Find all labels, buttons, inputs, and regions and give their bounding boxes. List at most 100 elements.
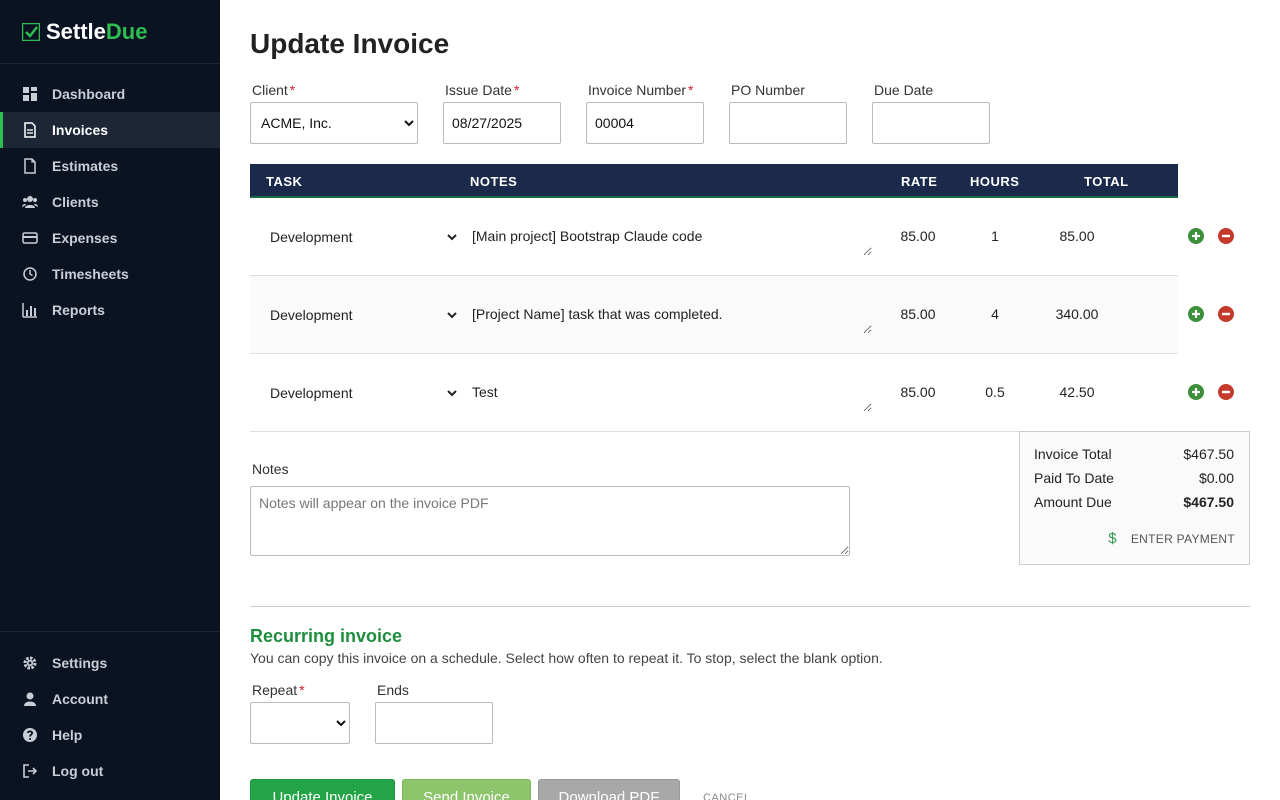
required-marker: * bbox=[513, 82, 520, 98]
task-select[interactable]: Development bbox=[260, 298, 460, 332]
total-value: 85.00 bbox=[1059, 228, 1095, 244]
bar-chart-icon bbox=[22, 302, 38, 318]
sidebar-item-dashboard[interactable]: Dashboard bbox=[0, 76, 220, 112]
cancel-link[interactable]: CANCEL bbox=[703, 792, 751, 800]
repeat-label-text: Repeat bbox=[252, 682, 298, 698]
line-note-input[interactable]: [Project Name] task that was completed. bbox=[464, 298, 872, 334]
sidebar-item-estimates[interactable]: Estimates bbox=[0, 148, 220, 184]
section-divider bbox=[250, 606, 1250, 607]
update-invoice-button[interactable]: Update Invoice bbox=[250, 779, 395, 800]
sidebar-item-label: Reports bbox=[52, 302, 105, 318]
users-icon bbox=[22, 194, 38, 210]
sidebar-item-label: Account bbox=[52, 691, 108, 707]
remove-row-icon[interactable] bbox=[1217, 383, 1235, 401]
checkmark-icon bbox=[22, 22, 40, 41]
line-note-input[interactable]: [Main project] Bootstrap Claude code bbox=[464, 220, 872, 256]
column-header-notes: NOTES bbox=[470, 174, 518, 189]
due-date-label: Due Date bbox=[874, 82, 934, 98]
add-row-icon[interactable] bbox=[1187, 383, 1205, 401]
recurring-title: Recurring invoice bbox=[250, 626, 403, 646]
invoice-number-input[interactable] bbox=[586, 102, 704, 144]
issue-date-input[interactable] bbox=[443, 102, 561, 144]
invoice-number-label-text: Invoice Number bbox=[588, 82, 687, 98]
sidebar-item-label: Invoices bbox=[52, 122, 109, 138]
sidebar-item-logout[interactable]: Log out bbox=[0, 753, 220, 789]
sidebar-item-label: Timesheets bbox=[52, 266, 129, 282]
repeat-label: Repeat * bbox=[252, 682, 305, 698]
recurring-description: You can copy this invoice on a schedule.… bbox=[250, 650, 883, 666]
gear-icon bbox=[22, 655, 38, 671]
sidebar-item-label: Dashboard bbox=[52, 86, 126, 102]
credit-card-icon bbox=[22, 230, 38, 246]
paid-to-date-row: Paid To Date $0.00 bbox=[1034, 470, 1234, 486]
question-icon bbox=[22, 727, 38, 743]
table-row: Development [Main project] Bootstrap Cla… bbox=[250, 198, 1178, 276]
hours-value: 1 bbox=[991, 228, 999, 244]
invoice-total-value: $467.50 bbox=[1183, 446, 1234, 462]
add-row-icon[interactable] bbox=[1187, 305, 1205, 323]
task-select[interactable]: Development bbox=[260, 376, 460, 410]
sidebar-item-label: Log out bbox=[52, 763, 104, 779]
sidebar-item-settings[interactable]: Settings bbox=[0, 645, 220, 681]
amount-due-value: $467.50 bbox=[1183, 494, 1234, 510]
sidebar: Settle Due Dashboard Invoices Estimates C… bbox=[0, 0, 220, 800]
column-header-total: TOTAL bbox=[1084, 174, 1129, 189]
po-number-label: PO Number bbox=[731, 82, 805, 98]
sidebar-item-label: Clients bbox=[52, 194, 99, 210]
enter-payment-button[interactable]: $ ENTER PAYMENT bbox=[1108, 530, 1235, 547]
file-icon bbox=[22, 158, 38, 174]
client-select[interactable]: ACME, Inc. bbox=[250, 102, 418, 144]
remove-row-icon[interactable] bbox=[1217, 227, 1235, 245]
secondary-nav: Settings Account Help Log out bbox=[0, 631, 220, 789]
ends-input[interactable] bbox=[375, 702, 493, 744]
logout-icon bbox=[22, 763, 38, 779]
brand-name-part1: Settle bbox=[46, 18, 106, 44]
notes-textarea[interactable] bbox=[250, 486, 850, 556]
add-row-icon[interactable] bbox=[1187, 227, 1205, 245]
main-content: Update Invoice Client * ACME, Inc. Issue … bbox=[220, 0, 1280, 800]
hours-value: 0.5 bbox=[985, 384, 1005, 400]
client-label-text: Client bbox=[252, 82, 288, 98]
hours-value: 4 bbox=[991, 306, 999, 322]
sidebar-item-label: Help bbox=[52, 727, 83, 743]
line-note-input[interactable]: Test bbox=[464, 376, 872, 412]
task-select[interactable]: Development bbox=[260, 220, 460, 254]
brand-name-part2: Due bbox=[105, 18, 148, 44]
required-marker: * bbox=[289, 82, 296, 98]
clock-icon bbox=[22, 266, 38, 282]
column-header-task: TASK bbox=[266, 174, 303, 189]
sidebar-item-invoices[interactable]: Invoices bbox=[0, 112, 220, 148]
total-value: 42.50 bbox=[1059, 384, 1095, 400]
rate-value: 85.00 bbox=[900, 306, 936, 322]
table-row: Development Test 85.00 0.5 42.50 bbox=[250, 354, 1178, 432]
send-invoice-button[interactable]: Send Invoice bbox=[402, 779, 531, 800]
sidebar-item-expenses[interactable]: Expenses bbox=[0, 220, 220, 256]
column-header-hours: HOURS bbox=[970, 174, 1020, 189]
sidebar-item-account[interactable]: Account bbox=[0, 681, 220, 717]
invoice-total-row: Invoice Total $467.50 bbox=[1034, 446, 1234, 462]
paid-to-date-label: Paid To Date bbox=[1034, 470, 1114, 486]
invoice-total-label: Invoice Total bbox=[1034, 446, 1112, 462]
repeat-select[interactable] bbox=[250, 702, 350, 744]
brand-logo[interactable]: Settle Due bbox=[0, 0, 220, 64]
user-icon bbox=[22, 691, 38, 707]
due-date-input[interactable] bbox=[872, 102, 990, 144]
sidebar-item-timesheets[interactable]: Timesheets bbox=[0, 256, 220, 292]
download-pdf-button[interactable]: Download PDF bbox=[538, 779, 680, 800]
sidebar-item-reports[interactable]: Reports bbox=[0, 292, 220, 328]
required-marker: * bbox=[299, 682, 305, 698]
notes-label: Notes bbox=[252, 461, 289, 477]
required-marker: * bbox=[688, 82, 694, 98]
remove-row-icon[interactable] bbox=[1217, 305, 1235, 323]
issue-date-label-text: Issue Date bbox=[445, 82, 512, 98]
client-label: Client * bbox=[252, 82, 295, 98]
totals-panel: Invoice Total $467.50 Paid To Date $0.00… bbox=[1019, 431, 1250, 565]
rate-value: 85.00 bbox=[900, 384, 936, 400]
amount-due-row: Amount Due $467.50 bbox=[1034, 494, 1234, 510]
amount-due-label: Amount Due bbox=[1034, 494, 1112, 510]
po-number-input[interactable] bbox=[729, 102, 847, 144]
main-nav: Dashboard Invoices Estimates Clients Exp… bbox=[0, 76, 220, 328]
enter-payment-label: ENTER PAYMENT bbox=[1130, 531, 1235, 546]
sidebar-item-clients[interactable]: Clients bbox=[0, 184, 220, 220]
sidebar-item-help[interactable]: Help bbox=[0, 717, 220, 753]
